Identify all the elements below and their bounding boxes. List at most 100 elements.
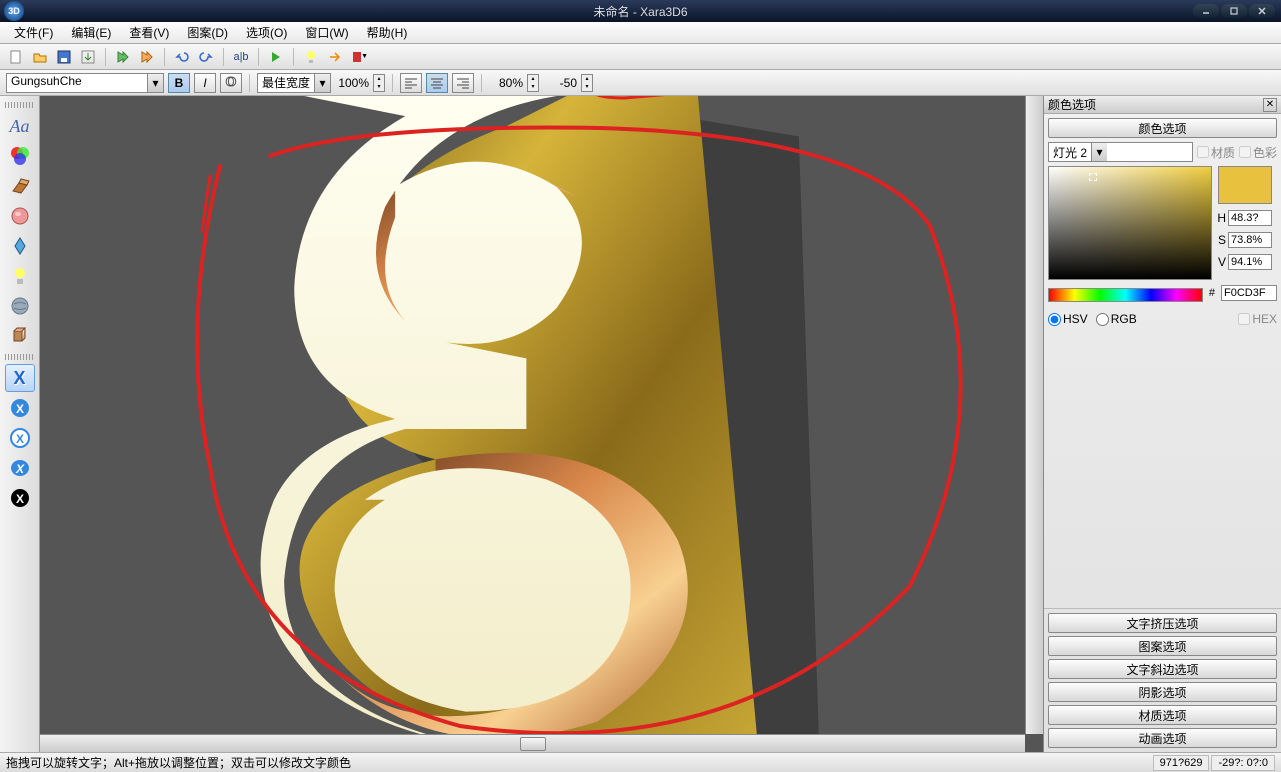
spacing-spinner[interactable]: ▴▾ <box>581 74 593 92</box>
x-style-4-button[interactable]: X <box>5 454 35 482</box>
title-bar: 3D 未命名 - Xara3D6 <box>0 0 1281 22</box>
menu-window[interactable]: 窗口(W) <box>297 22 356 43</box>
lights-tool-button[interactable] <box>5 262 35 290</box>
val-input[interactable] <box>1228 254 1272 270</box>
material-checkbox[interactable]: 材质 <box>1197 144 1235 161</box>
zoom-spinner[interactable]: ▴▾ <box>373 74 385 92</box>
menu-file[interactable]: 文件(F) <box>6 22 61 43</box>
hue-input[interactable] <box>1228 210 1272 226</box>
text-button[interactable]: a|b <box>231 47 251 67</box>
menu-bar: 文件(F) 编辑(E) 查看(V) 图案(D) 选项(O) 窗口(W) 帮助(H… <box>0 22 1281 44</box>
export-anim-button[interactable] <box>137 47 157 67</box>
shadow-options-button[interactable]: 阴影选项 <box>1048 682 1277 702</box>
zoom-field[interactable]: 100%▴▾ <box>335 74 385 92</box>
extrude-options-button[interactable]: 文字挤压选项 <box>1048 613 1277 633</box>
export-button[interactable] <box>113 47 133 67</box>
color-swatch[interactable] <box>1218 166 1272 204</box>
status-hint: 拖拽可以旋转文字；Alt+拖放以调整位置；双击可以修改文字颜色 <box>6 754 351 771</box>
app-logo-icon: 3D <box>4 1 24 21</box>
align-center-button[interactable] <box>426 73 448 93</box>
sat-input[interactable] <box>1228 232 1272 248</box>
redo-button[interactable] <box>196 47 216 67</box>
import-button[interactable] <box>78 47 98 67</box>
vertical-scrollbar[interactable] <box>1025 96 1043 734</box>
light-button[interactable] <box>301 47 321 67</box>
color-tool-button[interactable] <box>5 142 35 170</box>
menu-view[interactable]: 查看(V) <box>121 22 177 43</box>
scale-spinner[interactable]: ▴▾ <box>527 74 539 92</box>
svg-text:X: X <box>15 492 23 506</box>
design-options-button[interactable]: 图案选项 <box>1048 636 1277 656</box>
rendered-3d-text <box>40 96 1043 752</box>
menu-edit[interactable]: 编辑(E) <box>63 22 119 43</box>
color-button[interactable]: ▼ <box>349 47 369 67</box>
horizontal-scrollbar[interactable] <box>40 734 1025 752</box>
toolbar-grip-icon[interactable] <box>5 102 35 108</box>
extrude-tool-button[interactable] <box>5 172 35 200</box>
animation-options-button[interactable]: 动画选项 <box>1048 728 1277 748</box>
save-button[interactable] <box>54 47 74 67</box>
font-dropdown-icon[interactable]: ▾ <box>147 74 163 92</box>
material-options-button[interactable]: 材质选项 <box>1048 705 1277 725</box>
menu-help[interactable]: 帮助(H) <box>359 22 416 43</box>
light-select[interactable]: 灯光 2▾ <box>1048 142 1193 162</box>
color-options-panel: 颜色选项 ✕ 颜色选项 灯光 2▾ 材质 色彩 H S V <box>1043 96 1281 752</box>
panel-bottom-buttons: 文字挤压选项 图案选项 文字斜边选项 阴影选项 材质选项 动画选项 <box>1044 608 1281 752</box>
bevel-options-button[interactable]: 文字斜边选项 <box>1048 659 1277 679</box>
status-bar: 拖拽可以旋转文字；Alt+拖放以调整位置；双击可以修改文字颜色 971?629 … <box>0 752 1281 772</box>
arrow-button[interactable] <box>325 47 345 67</box>
panel-title: 颜色选项 <box>1048 96 1096 113</box>
svg-text:X: X <box>15 402 23 416</box>
animation-tool-button[interactable] <box>5 322 35 350</box>
chevron-down-icon[interactable]: ▾ <box>1091 143 1107 161</box>
text-style-button[interactable]: Aa <box>5 112 35 140</box>
new-button[interactable] <box>6 47 26 67</box>
scale-field[interactable]: 80%▴▾ <box>489 74 539 92</box>
hex-checkbox[interactable]: HEX <box>1238 312 1277 326</box>
svg-text:X: X <box>14 462 24 476</box>
rgb-radio[interactable]: RGB <box>1096 312 1137 326</box>
color-options-button[interactable]: 颜色选项 <box>1048 118 1277 138</box>
menu-options[interactable]: 选项(O) <box>238 22 295 43</box>
text-toolbar: ▾ B I O 最佳宽度▾ 100%▴▾ 80%▴▾ -50▴▾ <box>0 70 1281 96</box>
hsv-radio[interactable]: HSV <box>1048 312 1088 326</box>
close-button[interactable] <box>1249 4 1275 18</box>
bevel-tool-button[interactable] <box>5 202 35 230</box>
color-checkbox[interactable]: 色彩 <box>1239 144 1277 161</box>
toolbar-grip-icon[interactable] <box>5 354 35 360</box>
window-title: 未命名 - Xara3D6 <box>593 3 687 20</box>
side-toolbar: Aa X X X X X <box>0 96 40 752</box>
canvas-viewport[interactable] <box>40 96 1043 752</box>
status-angle: -29?: 0?:0 <box>1211 755 1275 771</box>
x-style-5-button[interactable]: X <box>5 484 35 512</box>
italic-button[interactable]: I <box>194 73 216 93</box>
x-style-3-button[interactable]: X <box>5 424 35 452</box>
play-button[interactable] <box>266 47 286 67</box>
menu-design[interactable]: 图案(D) <box>179 22 236 43</box>
hue-slider[interactable] <box>1048 288 1203 302</box>
font-combo[interactable]: ▾ <box>6 73 164 93</box>
align-right-button[interactable] <box>452 73 474 93</box>
spacing-field[interactable]: -50▴▾ <box>543 74 593 92</box>
chevron-down-icon[interactable]: ▾ <box>314 74 330 92</box>
panel-header[interactable]: 颜色选项 ✕ <box>1044 96 1281 114</box>
font-name-input[interactable] <box>7 74 147 88</box>
sv-color-picker[interactable] <box>1048 166 1212 280</box>
x-style-1-button[interactable]: X <box>5 364 35 392</box>
align-left-button[interactable] <box>400 73 422 93</box>
scrollbar-thumb[interactable] <box>520 737 546 751</box>
x-style-2-button[interactable]: X <box>5 394 35 422</box>
width-mode-combo[interactable]: 最佳宽度▾ <box>257 73 331 93</box>
bold-button[interactable]: B <box>168 73 190 93</box>
hex-input[interactable] <box>1221 285 1277 301</box>
width-mode-label: 最佳宽度 <box>258 74 314 91</box>
texture-tool-button[interactable] <box>5 292 35 320</box>
undo-button[interactable] <box>172 47 192 67</box>
svg-text:X: X <box>15 432 23 446</box>
panel-close-button[interactable]: ✕ <box>1263 98 1277 112</box>
minimize-button[interactable] <box>1193 4 1219 18</box>
maximize-button[interactable] <box>1221 4 1247 18</box>
outline-button[interactable]: O <box>220 73 242 93</box>
shadow-tool-button[interactable] <box>5 232 35 260</box>
open-button[interactable] <box>30 47 50 67</box>
